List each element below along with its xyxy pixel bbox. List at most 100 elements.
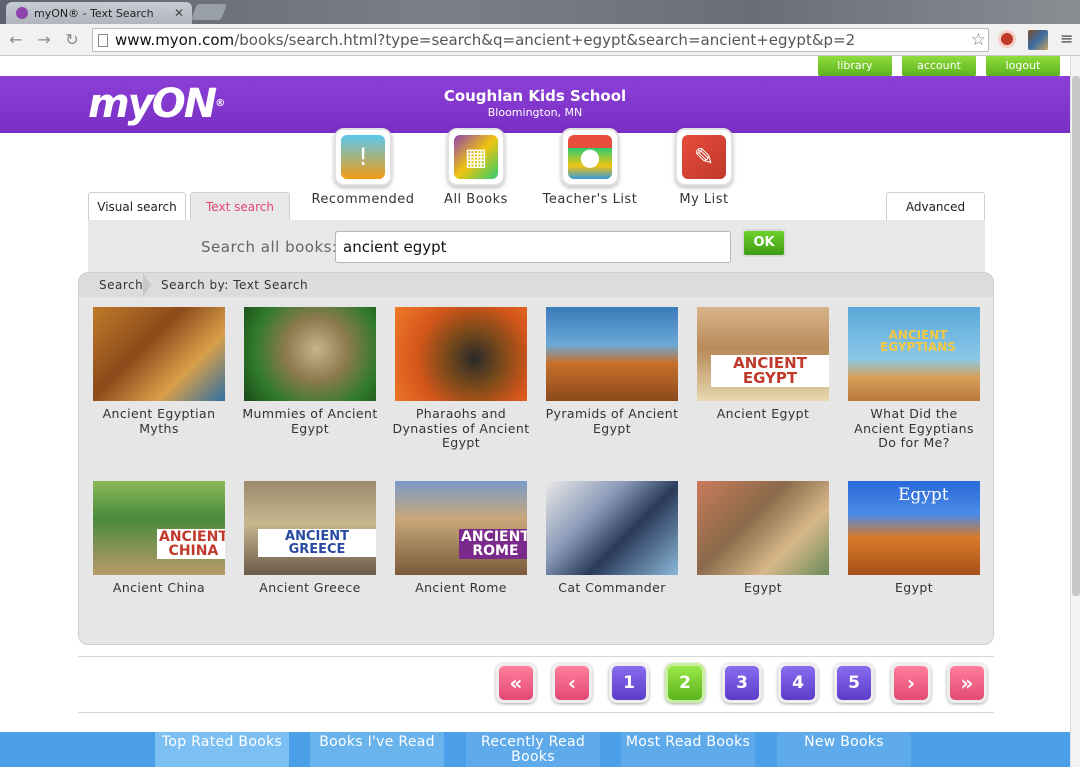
tab-top-rated-books[interactable]: Top Rated Books — [155, 732, 289, 767]
cover-title: ANCIENT EGYPT — [711, 355, 829, 387]
page-4-button[interactable]: 4 — [778, 663, 818, 703]
browser-tabbar: myON® - Text Search ✕ — [0, 0, 1080, 24]
tab-recently-read-books[interactable]: Recently Read Books — [466, 732, 600, 767]
tab-text-search[interactable]: Text search — [190, 192, 290, 220]
book-card[interactable]: Pyramids of Ancient Egypt — [542, 307, 682, 436]
book-title[interactable]: Ancient Greece — [240, 580, 380, 596]
book-title[interactable]: Ancient China — [89, 580, 229, 596]
logout-link[interactable]: logout — [986, 56, 1060, 76]
page: library account logout myON® Coughlan Ki… — [0, 56, 1080, 767]
site-header: myON® Coughlan Kids School Bloomington, … — [0, 76, 1070, 133]
category-label: Teacher's List — [542, 192, 638, 207]
all-books-icon: ▦ — [447, 128, 505, 186]
book-cover[interactable]: ANCIENT ROME — [395, 481, 527, 575]
book-card[interactable]: ANCIENT ROME Ancient Rome — [391, 481, 531, 596]
page-3-button[interactable]: 3 — [722, 663, 762, 703]
book-card[interactable]: Cat Commander — [542, 481, 682, 596]
book-card[interactable]: Ancient Egyptian Myths — [89, 307, 229, 436]
book-cover[interactable]: ANCIENT GREECE — [244, 481, 376, 575]
book-title[interactable]: Mummies of Ancient Egypt — [240, 406, 380, 436]
forward-arrow-icon[interactable]: → — [34, 30, 54, 50]
book-cover[interactable] — [395, 307, 527, 401]
book-title[interactable]: Ancient Egyptian Myths — [89, 406, 229, 436]
book-cover[interactable]: ANCIENT CHINA — [93, 481, 225, 575]
book-title[interactable]: Pharaohs and Dynasties of Ancient Egypt — [391, 406, 531, 451]
breadcrumb-current: Search by: Text Search — [161, 278, 309, 292]
category-recommended[interactable]: ! Recommended — [308, 128, 418, 207]
book-card[interactable]: Egypt — [693, 481, 833, 596]
book-card[interactable]: Egypt Egypt — [844, 481, 984, 596]
book-card[interactable]: Pharaohs and Dynasties of Ancient Egypt — [391, 307, 531, 451]
close-icon[interactable]: ✕ — [174, 6, 184, 20]
category-my-list[interactable]: ✎ My List — [649, 128, 759, 207]
book-cover[interactable] — [697, 481, 829, 575]
myon-favicon-icon — [16, 7, 28, 19]
book-cover[interactable]: ANCIENT EGYPT — [697, 307, 829, 401]
page-scrollbar[interactable] — [1070, 56, 1080, 767]
book-card[interactable]: Mummies of Ancient Egypt — [240, 307, 380, 436]
book-title[interactable]: Ancient Egypt — [693, 406, 833, 422]
page-5-button[interactable]: 5 — [834, 663, 874, 703]
book-card[interactable]: ANCIENT EGYPTIANS What Did the Ancient E… — [844, 307, 984, 451]
advanced-search-tab[interactable]: Advanced — [886, 192, 985, 220]
next-page-button[interactable]: › — [891, 663, 931, 703]
book-card[interactable]: ANCIENT EGYPT Ancient Egypt — [693, 307, 833, 422]
last-page-button[interactable]: » — [947, 663, 987, 703]
breadcrumb-search[interactable]: Search — [99, 278, 143, 292]
school-location: Bloomington, MN — [487, 106, 583, 119]
scrollbar-thumb[interactable] — [1072, 76, 1080, 596]
book-title[interactable]: Cat Commander — [542, 580, 682, 596]
hamburger-menu-icon[interactable]: ≡ — [1060, 30, 1074, 48]
page-2-button[interactable]: 2 — [665, 663, 705, 703]
cover-title: ANCIENT GREECE — [258, 529, 376, 557]
tab-new-books[interactable]: New Books — [777, 732, 911, 767]
page-icon — [98, 34, 108, 47]
divider — [78, 712, 994, 713]
book-cover[interactable] — [546, 481, 678, 575]
address-bar[interactable]: www.myon.com/books/search.html?type=sear… — [92, 28, 989, 52]
prev-page-button[interactable]: ‹ — [552, 663, 592, 703]
extension-adblock-icon[interactable] — [998, 30, 1016, 48]
bottom-tabs: Top Rated Books Books I've Read Recently… — [0, 732, 1070, 767]
category-all-books[interactable]: ▦ All Books — [421, 128, 531, 207]
category-teachers-list[interactable]: ● Teacher's List — [535, 128, 645, 207]
book-title[interactable]: Ancient Rome — [391, 580, 531, 596]
search-ok-button[interactable]: OK — [742, 229, 786, 257]
top-links: library account logout — [818, 56, 1060, 76]
myon-logo[interactable]: myON® — [88, 84, 225, 124]
browser-toolbar: ← → ↻ www.myon.com/books/search.html?typ… — [0, 24, 1080, 56]
book-cover[interactable]: ANCIENT EGYPTIANS — [848, 307, 980, 401]
lightbulb-book-icon: ! — [334, 128, 392, 186]
book-card[interactable]: ANCIENT CHINA Ancient China — [89, 481, 229, 596]
book-cover[interactable] — [244, 307, 376, 401]
breadcrumb-separator — [143, 273, 155, 297]
cover-title: ANCIENT CHINA — [157, 529, 225, 559]
my-list-book-icon: ✎ — [675, 128, 733, 186]
account-link[interactable]: account — [902, 56, 976, 76]
search-input[interactable]: ancient egypt — [335, 231, 731, 263]
book-title[interactable]: Egypt — [693, 580, 833, 596]
tab-visual-search[interactable]: Visual search — [88, 192, 186, 220]
bookmark-star-icon[interactable]: ☆ — [971, 29, 986, 51]
book-title[interactable]: Egypt — [844, 580, 984, 596]
book-card[interactable]: ANCIENT GREECE Ancient Greece — [240, 481, 380, 596]
cover-title: ANCIENT ROME — [459, 529, 527, 559]
first-page-button[interactable]: « — [496, 663, 536, 703]
book-title[interactable]: What Did the Ancient Egyptians Do for Me… — [844, 406, 984, 451]
category-label: My List — [679, 192, 729, 207]
reload-icon[interactable]: ↻ — [62, 30, 82, 50]
book-cover[interactable] — [93, 307, 225, 401]
extension-image-icon[interactable] — [1028, 30, 1048, 50]
back-arrow-icon[interactable]: ← — [6, 30, 26, 50]
library-link[interactable]: library — [818, 56, 892, 76]
logo-registered-mark: ® — [215, 98, 225, 109]
tab-books-ive-read[interactable]: Books I've Read — [310, 732, 444, 767]
url-host: www.myon.com — [115, 31, 235, 49]
tab-most-read-books[interactable]: Most Read Books — [621, 732, 755, 767]
book-title[interactable]: Pyramids of Ancient Egypt — [542, 406, 682, 436]
book-cover[interactable] — [546, 307, 678, 401]
browser-tab[interactable]: myON® - Text Search ✕ — [6, 2, 192, 24]
page-1-button[interactable]: 1 — [609, 663, 649, 703]
new-tab-button[interactable] — [191, 4, 227, 20]
book-cover[interactable]: Egypt — [848, 481, 980, 575]
